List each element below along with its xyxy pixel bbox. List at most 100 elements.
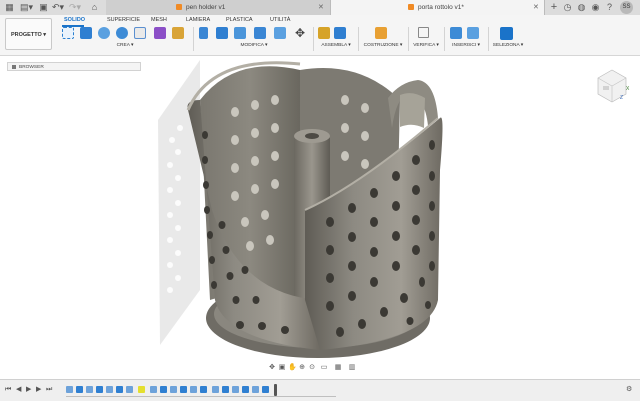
display-settings-icon[interactable]: ▭ xyxy=(320,364,328,372)
timeline-feature[interactable] xyxy=(150,386,157,393)
timeline-feature[interactable] xyxy=(138,386,145,393)
separator xyxy=(488,27,489,51)
orbit-icon[interactable]: ✥ xyxy=(268,364,276,372)
group-verifica[interactable]: VERIFICA ▾ xyxy=(412,43,440,48)
viewcube-z-label: Z xyxy=(620,95,623,101)
timeline-feature[interactable] xyxy=(86,386,93,393)
revolve-icon[interactable] xyxy=(98,27,110,39)
fillet-icon[interactable] xyxy=(216,27,228,39)
next-step-icon[interactable]: ▶ xyxy=(36,386,41,394)
timeline-feature[interactable] xyxy=(160,386,167,393)
fit-icon[interactable]: ⊙ xyxy=(308,364,316,372)
tab-mesh[interactable]: MESH xyxy=(151,16,167,24)
new-component-icon[interactable] xyxy=(318,27,330,39)
combine-icon[interactable] xyxy=(274,27,286,39)
document-icon xyxy=(176,4,182,10)
timeline-feature[interactable] xyxy=(180,386,187,393)
timeline-feature[interactable] xyxy=(76,386,83,393)
3d-viewport[interactable] xyxy=(0,56,640,362)
form-icon[interactable] xyxy=(154,27,166,39)
notification-icon[interactable]: ◉ xyxy=(591,2,600,13)
tab-utilita[interactable]: UTILITÀ xyxy=(270,16,290,24)
close-tab-icon[interactable]: ✕ xyxy=(318,0,324,15)
collapse-icon[interactable] xyxy=(12,64,16,69)
press-pull-icon[interactable] xyxy=(199,27,208,39)
timeline-feature[interactable] xyxy=(170,386,177,393)
new-tab-icon[interactable]: + xyxy=(549,2,559,13)
viewports-icon[interactable]: ▥ xyxy=(348,364,356,372)
timeline-feature[interactable] xyxy=(242,386,249,393)
joint-icon[interactable] xyxy=(334,27,346,39)
offset-plane-icon[interactable] xyxy=(375,27,387,39)
group-costruzione[interactable]: COSTRUZIONE ▾ xyxy=(362,43,404,48)
home-icon[interactable]: ⌂ xyxy=(90,2,99,13)
zoom-icon[interactable]: ⊕ xyxy=(298,364,306,372)
grid-menu-icon[interactable]: ▦ xyxy=(5,2,14,13)
tab-superficie[interactable]: SUPERFICIE xyxy=(107,16,140,24)
tab-label: pen holder v1 xyxy=(186,4,226,11)
group-inserisci[interactable]: INSERISCI ▾ xyxy=(449,43,483,48)
timeline-feature[interactable] xyxy=(66,386,73,393)
document-icon xyxy=(408,4,414,10)
shell-icon[interactable] xyxy=(254,27,266,39)
look-at-icon[interactable]: ▣ xyxy=(278,364,286,372)
tab-lamiera[interactable]: LAMIERA xyxy=(186,16,210,24)
move-icon[interactable]: ✥ xyxy=(294,27,306,39)
timeline-feature[interactable] xyxy=(222,386,229,393)
globe-icon[interactable]: ◍ xyxy=(577,2,586,13)
first-step-icon[interactable]: ⏮ xyxy=(5,386,11,394)
browser-label: BROWSER xyxy=(19,65,44,70)
pattern-icon[interactable] xyxy=(134,27,146,39)
play-icon[interactable]: ▶ xyxy=(26,386,31,394)
timeline-feature[interactable] xyxy=(96,386,103,393)
timeline-marker[interactable] xyxy=(274,384,277,396)
timeline-feature[interactable] xyxy=(200,386,207,393)
file-menu-icon[interactable]: ▤▾ xyxy=(20,2,33,13)
pan-icon[interactable]: ✋ xyxy=(288,364,297,372)
insert-image-icon[interactable] xyxy=(467,27,479,39)
undo-icon[interactable]: ↶▾ xyxy=(52,2,64,13)
last-step-icon[interactable]: ⏭ xyxy=(46,386,52,394)
previous-step-icon[interactable]: ◀ xyxy=(16,386,21,394)
select-icon[interactable] xyxy=(500,27,513,40)
timeline-feature[interactable] xyxy=(212,386,219,393)
hole-icon[interactable] xyxy=(116,27,128,39)
clock-icon[interactable]: ◷ xyxy=(563,2,572,13)
title-bar: ▦ ▤▾ ▣ ↶▾ ↷▾ ⌂ pen holder v1 ✕ porta rot… xyxy=(0,0,640,16)
insert-mesh-icon[interactable] xyxy=(450,27,462,39)
extrude-icon[interactable] xyxy=(80,27,92,39)
timeline: ⏮ ◀ ▶ ▶ ⏭ ⚙ xyxy=(0,379,640,401)
redo-icon[interactable]: ↷▾ xyxy=(69,2,81,13)
help-icon[interactable]: ? xyxy=(605,2,614,13)
grid-snaps-icon[interactable]: ▦ xyxy=(334,364,342,372)
create-sketch-icon[interactable] xyxy=(62,27,74,39)
derive-icon[interactable] xyxy=(172,27,184,39)
separator xyxy=(408,27,409,51)
group-seleziona[interactable]: SELEZIONA ▾ xyxy=(491,43,525,48)
group-assembla[interactable]: ASSEMBLA ▾ xyxy=(318,43,354,48)
workspace-switcher-button[interactable]: PROGETTO ▾ xyxy=(5,18,52,50)
timeline-feature[interactable] xyxy=(232,386,239,393)
timeline-feature[interactable] xyxy=(252,386,259,393)
measure-icon[interactable] xyxy=(418,27,429,38)
tab-porta-rottolo[interactable]: porta rottolo v1* ✕ xyxy=(330,0,545,15)
timeline-feature[interactable] xyxy=(106,386,113,393)
avatar[interactable]: SS xyxy=(620,1,633,14)
timeline-feature[interactable] xyxy=(116,386,123,393)
group-modifica[interactable]: MODIFICA ▾ xyxy=(234,43,274,48)
tab-plastica[interactable]: PLASTICA xyxy=(226,16,253,24)
tab-pen-holder[interactable]: pen holder v1 ✕ xyxy=(106,0,330,15)
browser-panel[interactable]: BROWSER xyxy=(7,62,141,71)
close-tab-icon[interactable]: ✕ xyxy=(533,0,539,15)
save-icon[interactable]: ▣ xyxy=(39,2,48,13)
timeline-feature[interactable] xyxy=(126,386,133,393)
group-crea[interactable]: CREA ▾ xyxy=(110,43,140,48)
timeline-feature[interactable] xyxy=(262,386,269,393)
chamfer-icon[interactable] xyxy=(234,27,246,39)
toolbar-ribbon: PROGETTO ▾ SOLIDO SUPERFICIE MESH LAMIER… xyxy=(0,15,640,56)
tab-solido[interactable]: SOLIDO xyxy=(64,16,85,24)
timeline-feature[interactable] xyxy=(190,386,197,393)
timeline-settings-icon[interactable]: ⚙ xyxy=(626,386,632,394)
viewcube[interactable]: X Z xyxy=(592,64,632,104)
separator xyxy=(193,27,194,51)
